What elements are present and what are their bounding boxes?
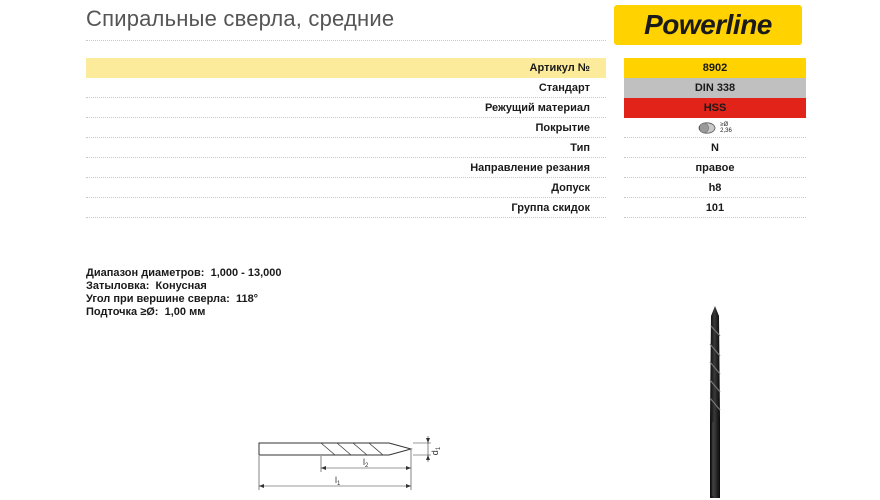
property-diameter-range: Диапазон диаметров: 1,000 - 13,000 (86, 267, 282, 280)
property-value: 1,00 мм (164, 306, 206, 318)
spec-label: Тип (86, 138, 606, 158)
property-label: Угол при вершине сверла: (86, 293, 230, 305)
spec-row-standard: Стандарт DIN 338 (86, 78, 806, 98)
spec-row-discount: Группа скидок 101 (86, 198, 806, 218)
spec-table: Артикул № 8902 Стандарт DIN 338 Режущий … (86, 58, 806, 218)
property-label: Подточка ≥Ø: (86, 306, 159, 318)
coating-icon: ≥Ø 2,36 (698, 122, 732, 134)
property-point-angle: Угол при вершине сверла: 118° (86, 293, 282, 306)
spec-label: Артикул № (86, 58, 606, 78)
spec-label: Допуск (86, 178, 606, 198)
svg-text:l1: l1 (335, 475, 341, 487)
drill-dimension-drawing: d1 l2 l1 (258, 436, 442, 490)
property-label: Диапазон диаметров: (86, 267, 205, 279)
spec-label: Направление резания (86, 158, 606, 178)
powerline-logo: Powerline (614, 5, 802, 45)
spec-row-direction: Направление резания правое (86, 158, 806, 178)
property-value: 118° (235, 293, 259, 305)
property-relief: Затыловка: Конусная (86, 280, 282, 293)
spec-value: HSS (624, 98, 806, 118)
spec-value: правое (624, 158, 806, 178)
spec-value: 101 (624, 198, 806, 218)
coating-line2: 2,36 (720, 128, 732, 135)
property-value: Конусная (155, 280, 207, 292)
drill-bit-image (709, 306, 721, 498)
properties-list: Диапазон диаметров: 1,000 - 13,000 Затыл… (86, 267, 282, 319)
spec-value: DIN 338 (624, 78, 806, 98)
spec-value: h8 (624, 178, 806, 198)
property-web-thinning: Подточка ≥Ø: 1,00 мм (86, 306, 282, 319)
spec-label: Стандарт (86, 78, 606, 98)
page-title: Спиральные сверла, средние (86, 6, 395, 31)
spec-row-type: Тип N (86, 138, 806, 158)
spec-value: 8902 (624, 58, 806, 78)
coating-circle-icon (698, 122, 716, 134)
title-divider (86, 40, 606, 41)
spec-row-material: Режущий материал HSS (86, 98, 806, 118)
spec-value: N (624, 138, 806, 158)
dim-d1-sub: 1 (436, 446, 442, 450)
svg-text:d1: d1 (430, 446, 442, 455)
svg-text:l2: l2 (363, 457, 369, 469)
spec-row-article: Артикул № 8902 (86, 58, 806, 78)
spec-label: Покрытие (86, 118, 606, 138)
property-value: 1,000 - 13,000 (210, 267, 282, 279)
spec-value-coating: ≥Ø 2,36 (624, 118, 806, 138)
property-label: Затыловка: (86, 280, 150, 292)
spec-row-coating: Покрытие ≥Ø 2,36 (86, 118, 806, 138)
brand-name: Powerline (644, 9, 772, 40)
spec-row-tolerance: Допуск h8 (86, 178, 806, 198)
spec-label: Группа скидок (86, 198, 606, 218)
spec-label: Режущий материал (86, 98, 606, 118)
